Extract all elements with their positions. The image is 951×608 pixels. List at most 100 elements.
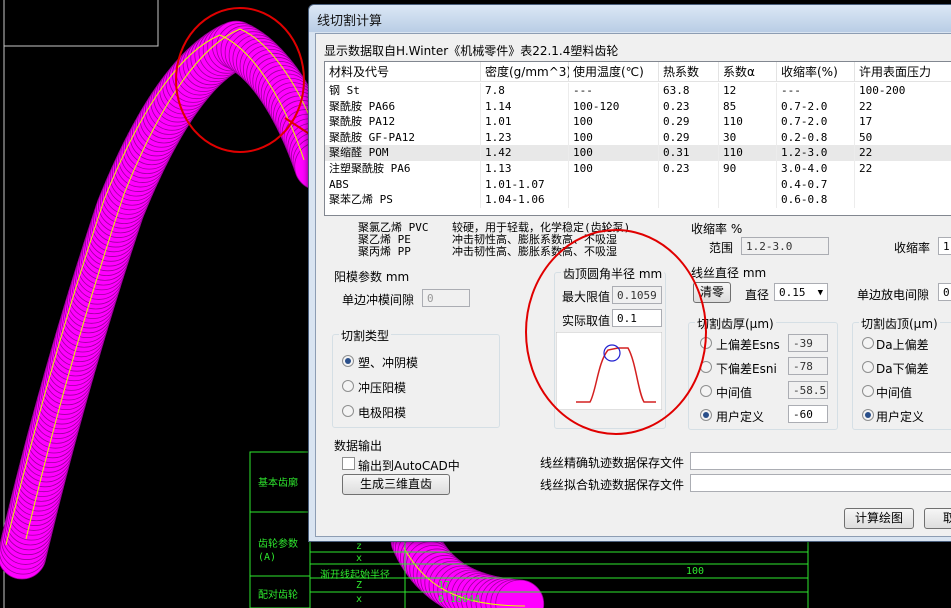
list-row[interactable]: 聚苯乙烯 PS 1.04-1.06 0.6-0.8 (325, 192, 951, 209)
list-column-header[interactable]: 系数α (719, 62, 777, 82)
list-cell (855, 192, 951, 208)
thickness-upper-label: 上偏差Esns (716, 338, 780, 352)
list-row[interactable]: 聚缩醛 POM 1.42 100 0.31 110 1.2-3.0 22 (325, 145, 951, 162)
thickness-mid-radio[interactable] (700, 385, 712, 397)
note-name: 聚丙烯 PP (358, 245, 411, 258)
list-row[interactable]: 聚酰胺 PA66 1.14 100-120 0.23 85 0.7-2.0 22 (325, 98, 951, 115)
dialog-titlebar[interactable]: 线切割计算 (309, 5, 951, 32)
list-cell (659, 176, 719, 193)
output-title: 数据输出 (334, 439, 383, 453)
list-cell: 110 (719, 114, 777, 131)
precise-file-field[interactable] (690, 452, 951, 470)
autocad-checkbox[interactable] (342, 457, 355, 470)
shrink-rate-label: 收缩率 (894, 241, 931, 255)
thickness-mid-field[interactable]: -58.5 (788, 381, 828, 399)
dialog-client: 显示数据取自H.Winter《机械零件》表22.1.4塑料齿轮 材料及代号 密度(… (315, 33, 951, 537)
wire-title: 线丝直径 mm (691, 266, 767, 280)
discharge-gap-field[interactable]: 0. (938, 283, 951, 301)
shrink-range-label: 范围 (709, 241, 734, 255)
list-cell: 22 (855, 145, 951, 161)
list-column-header[interactable]: 使用温度(℃) (569, 62, 659, 82)
list-cell (719, 192, 777, 209)
autocad-label: 输出到AutoCAD中 (358, 459, 460, 473)
list-cell: 0.2-0.8 (777, 129, 855, 146)
list-row[interactable]: 聚酰胺 PA12 1.01 100 0.29 110 0.7-2.0 17 (325, 114, 951, 131)
tip-lower-label: Da下偏差 (876, 362, 929, 376)
clear-button[interactable]: 清零 (693, 282, 731, 303)
list-cell: 1.01-1.07 (481, 176, 569, 193)
list-cell: 22 (855, 99, 951, 115)
die-gap-field[interactable]: 0 (422, 289, 470, 307)
list-cell (719, 176, 777, 193)
list-cell: 钢 St (325, 83, 481, 99)
tip-mid-radio[interactable] (862, 385, 874, 397)
list-cell: 100-120 (569, 98, 659, 115)
cancel-button[interactable]: 取 (924, 508, 951, 529)
shrink-range-field[interactable]: 1.2-3.0 (741, 237, 829, 255)
list-row[interactable]: 注塑聚酰胺 PA6 1.13 100 0.23 90 3.0-4.0 22 (325, 161, 951, 177)
die-params-title: 阳模参数 mm (334, 270, 410, 284)
cad-label-mating-gear: 配对齿轮 (258, 590, 298, 601)
list-cell: 0.31 (659, 145, 719, 162)
thickness-user-radio[interactable] (700, 409, 712, 421)
list-cell: 85 (719, 98, 777, 115)
list-cell: 7.8 (481, 83, 569, 99)
list-cell: 0.4-0.7 (777, 176, 855, 193)
list-cell (659, 192, 719, 209)
material-list[interactable]: 材料及代号 密度(g/mm^3) 使用温度(℃) 热系数 系数α 收缩率(%) 许用表面压力… (324, 61, 951, 216)
wire-cut-dialog: 线切割计算 显示数据取自H.Winter《机械零件》表22.1.4塑料齿轮 材料… (308, 4, 951, 542)
thickness-lower-radio[interactable] (700, 361, 712, 373)
list-column-header[interactable]: 收缩率(%) (777, 62, 855, 82)
note-desc: 冲击韧性高、膨胀系数高、不吸湿 (452, 245, 617, 258)
shrink-title: 收缩率 % (691, 222, 743, 236)
list-cell: 22 (855, 161, 951, 177)
list-cell: 0.7-2.0 (777, 98, 855, 115)
cut-type-label: 电极阳模 (358, 406, 407, 420)
fit-file-label: 线丝拟合轨迹数据保存文件 (540, 478, 685, 492)
wire-diameter-select[interactable]: 0.15 ▼ (774, 283, 828, 301)
list-cell: 100 (569, 145, 659, 162)
list-column-header[interactable]: 热系数 (659, 62, 719, 82)
list-column-header[interactable]: 材料及代号 (325, 62, 481, 82)
list-cell: 17 (855, 114, 951, 130)
list-cell: 0.23 (659, 98, 719, 115)
tip-user-radio[interactable] (862, 409, 874, 421)
cut-type-radio-1[interactable] (342, 380, 354, 392)
tip-max-field[interactable]: 0.1059 (612, 286, 662, 304)
cad-cell: x (356, 594, 363, 605)
list-cell: 1.42 (481, 145, 569, 162)
list-column-header[interactable]: 许用表面压力 (855, 62, 951, 82)
list-cell: 聚酰胺 GF-PA12 (325, 129, 481, 146)
tip-upper-radio[interactable] (862, 337, 874, 349)
list-row[interactable]: 聚酰胺 GF-PA12 1.23 100 0.29 30 0.2-0.8 50 (325, 129, 951, 146)
list-cell: 100-200 (855, 83, 951, 99)
fit-file-field[interactable] (690, 474, 951, 492)
list-cell: 1.01 (481, 114, 569, 131)
thickness-upper-radio[interactable] (700, 337, 712, 349)
thickness-user-field[interactable]: -60 (788, 405, 828, 423)
list-row[interactable]: ABS 1.01-1.07 0.4-0.7 (325, 176, 951, 193)
cut-type-radio-2[interactable] (342, 405, 354, 417)
list-cell: 聚缩醛 POM (325, 145, 481, 162)
cad-label-gear-params: 齿轮参数 (A) (258, 539, 298, 563)
list-row[interactable]: 钢 St 7.8 --- 63.8 12 --- 100-200 (325, 83, 951, 99)
discharge-gap-label: 单边放电间隙 (857, 288, 930, 302)
list-column-header[interactable]: 密度(g/mm^3) (481, 62, 571, 82)
thickness-lower-field[interactable]: -78 (788, 357, 828, 375)
cad-cell: Z (356, 580, 363, 591)
list-cell: 0.29 (659, 114, 719, 131)
source-note: 显示数据取自H.Winter《机械零件》表22.1.4塑料齿轮 (324, 44, 619, 58)
list-cell: 聚苯乙烯 PS (325, 192, 481, 209)
list-cell: --- (569, 83, 659, 99)
wire-diameter-value: 0.15 (779, 286, 806, 299)
cut-type-radio-0[interactable] (342, 355, 354, 367)
generate-3d-button[interactable]: 生成三维直齿 (342, 474, 450, 495)
tip-actual-field[interactable]: 0.1 (612, 309, 662, 327)
tip-lower-radio[interactable] (862, 361, 874, 373)
calculate-draw-button[interactable]: 计算绘图 (844, 508, 914, 529)
cut-type-label: 冲压阳模 (358, 381, 407, 395)
shrink-rate-field[interactable]: 1. (938, 237, 951, 255)
thickness-upper-field[interactable]: -39 (788, 334, 828, 352)
list-cell: 12 (719, 83, 777, 99)
dialog-title: 线切割计算 (317, 14, 383, 29)
